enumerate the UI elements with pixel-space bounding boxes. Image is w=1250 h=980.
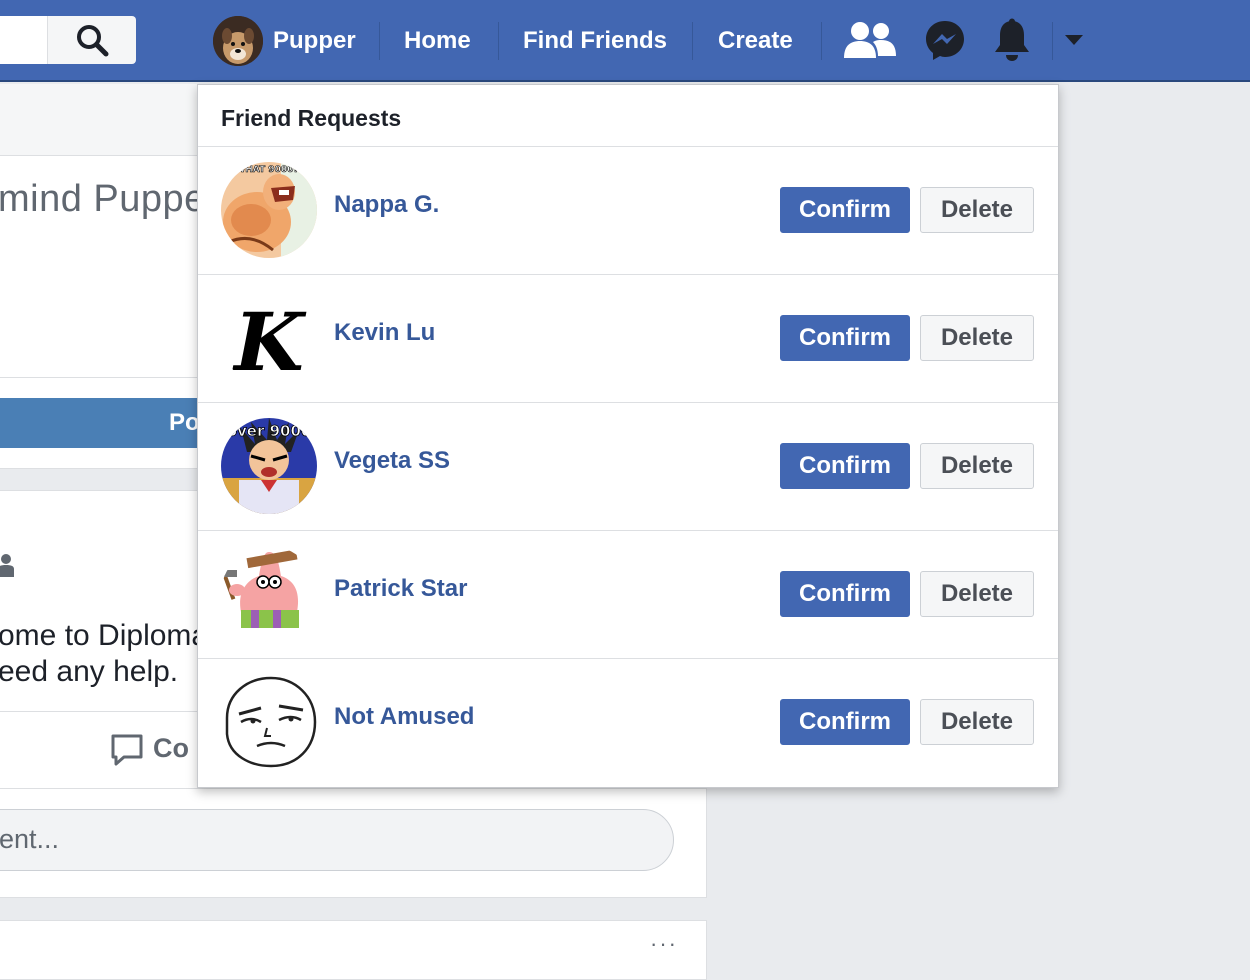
comment-input[interactable]: ent... (0, 809, 674, 871)
vegeta-avatar-image: over 9000 (221, 418, 317, 514)
create-link[interactable]: Create (718, 23, 793, 59)
nav-divider (821, 22, 822, 60)
confirm-button[interactable]: Confirm (780, 443, 910, 489)
search-icon (77, 25, 109, 57)
messages-button[interactable] (922, 16, 968, 64)
notifications-button[interactable] (990, 16, 1034, 64)
nav-divider (692, 22, 693, 60)
friend-avatar[interactable] (221, 674, 317, 770)
avatar-caption: WHAT 9000?! (235, 165, 302, 175)
search-button[interactable] (47, 16, 136, 64)
home-link[interactable]: Home (404, 23, 471, 59)
bell-icon (995, 18, 1029, 61)
friend-request-row: WHAT 9000?! Nappa G. Confirm Delete (198, 147, 1058, 275)
profile-link[interactable]: Pupper (273, 23, 356, 59)
more-options-icon[interactable]: ··· (650, 931, 678, 957)
friend-name[interactable]: Patrick Star (334, 575, 467, 603)
friend-requests-dropdown: Friend Requests WHAT 9000?! Nappa G. Con… (197, 84, 1059, 788)
delete-button[interactable]: Delete (920, 187, 1034, 233)
post-button[interactable]: Po (0, 398, 200, 448)
friend-requests-button[interactable] (842, 16, 898, 64)
next-post: ··· (0, 920, 707, 980)
delete-button[interactable]: Delete (920, 443, 1034, 489)
dog-avatar-image (213, 16, 263, 66)
comment-icon (111, 734, 143, 766)
kevin-avatar-image: K (221, 290, 317, 386)
avatar-caption: over 9000 (227, 422, 312, 440)
delete-button[interactable]: Delete (920, 699, 1034, 745)
friend-name[interactable]: Kevin Lu (334, 319, 435, 347)
friend-request-row: over 9000 Vegeta SS Confirm Delete (198, 403, 1058, 531)
not-amused-face-image (221, 674, 317, 770)
nav-divider (1052, 22, 1053, 60)
friend-avatar[interactable]: K (221, 290, 317, 386)
post-composer: mind Pupper Po (0, 155, 218, 469)
friend-name[interactable]: Vegeta SS (334, 447, 450, 475)
top-navigation-bar: Pupper Home Find Friends Create (0, 0, 1250, 82)
avatar-letter: K (232, 295, 307, 386)
comment-placeholder: ent... (0, 824, 60, 854)
friend-request-row: Not Amused Confirm Delete (198, 659, 1058, 787)
nappa-avatar-image: WHAT 9000?! (221, 162, 317, 258)
confirm-button[interactable]: Confirm (780, 187, 910, 233)
confirm-button[interactable]: Confirm (780, 571, 910, 617)
delete-button[interactable]: Delete (920, 571, 1034, 617)
nav-divider (379, 22, 380, 60)
profile-avatar[interactable] (213, 16, 263, 66)
caret-down-icon (1065, 35, 1083, 45)
friend-name[interactable]: Nappa G. (334, 191, 439, 219)
composer-prompt[interactable]: mind Pupper (0, 178, 219, 221)
account-menu-button[interactable] (1060, 16, 1088, 64)
friend-avatar[interactable]: WHAT 9000?! (221, 162, 317, 258)
post-button-label: Po (169, 409, 200, 436)
divider (0, 788, 707, 789)
friends-icon (844, 22, 896, 58)
friend-request-row: Patrick Star Confirm Delete (198, 531, 1058, 659)
welcome-line-2: eed any help. (0, 655, 179, 688)
comment-action-label: Co (153, 733, 189, 763)
nav-divider (498, 22, 499, 60)
delete-button[interactable]: Delete (920, 315, 1034, 361)
composer-header (0, 84, 198, 156)
search-input[interactable] (0, 16, 48, 64)
people-icon (0, 554, 14, 577)
friend-request-row: K Kevin Lu Confirm Delete (198, 275, 1058, 403)
welcome-line-1: ome to Diploma (0, 619, 209, 652)
friend-avatar[interactable] (221, 546, 317, 642)
friend-name[interactable]: Not Amused (334, 703, 474, 731)
divider (0, 377, 198, 378)
messenger-icon (926, 21, 964, 60)
confirm-button[interactable]: Confirm (780, 315, 910, 361)
confirm-button[interactable]: Confirm (780, 699, 910, 745)
find-friends-link[interactable]: Find Friends (523, 23, 667, 59)
friend-requests-title: Friend Requests (198, 85, 1058, 147)
friend-avatar[interactable]: over 9000 (221, 418, 317, 514)
patrick-avatar-image (221, 546, 317, 642)
